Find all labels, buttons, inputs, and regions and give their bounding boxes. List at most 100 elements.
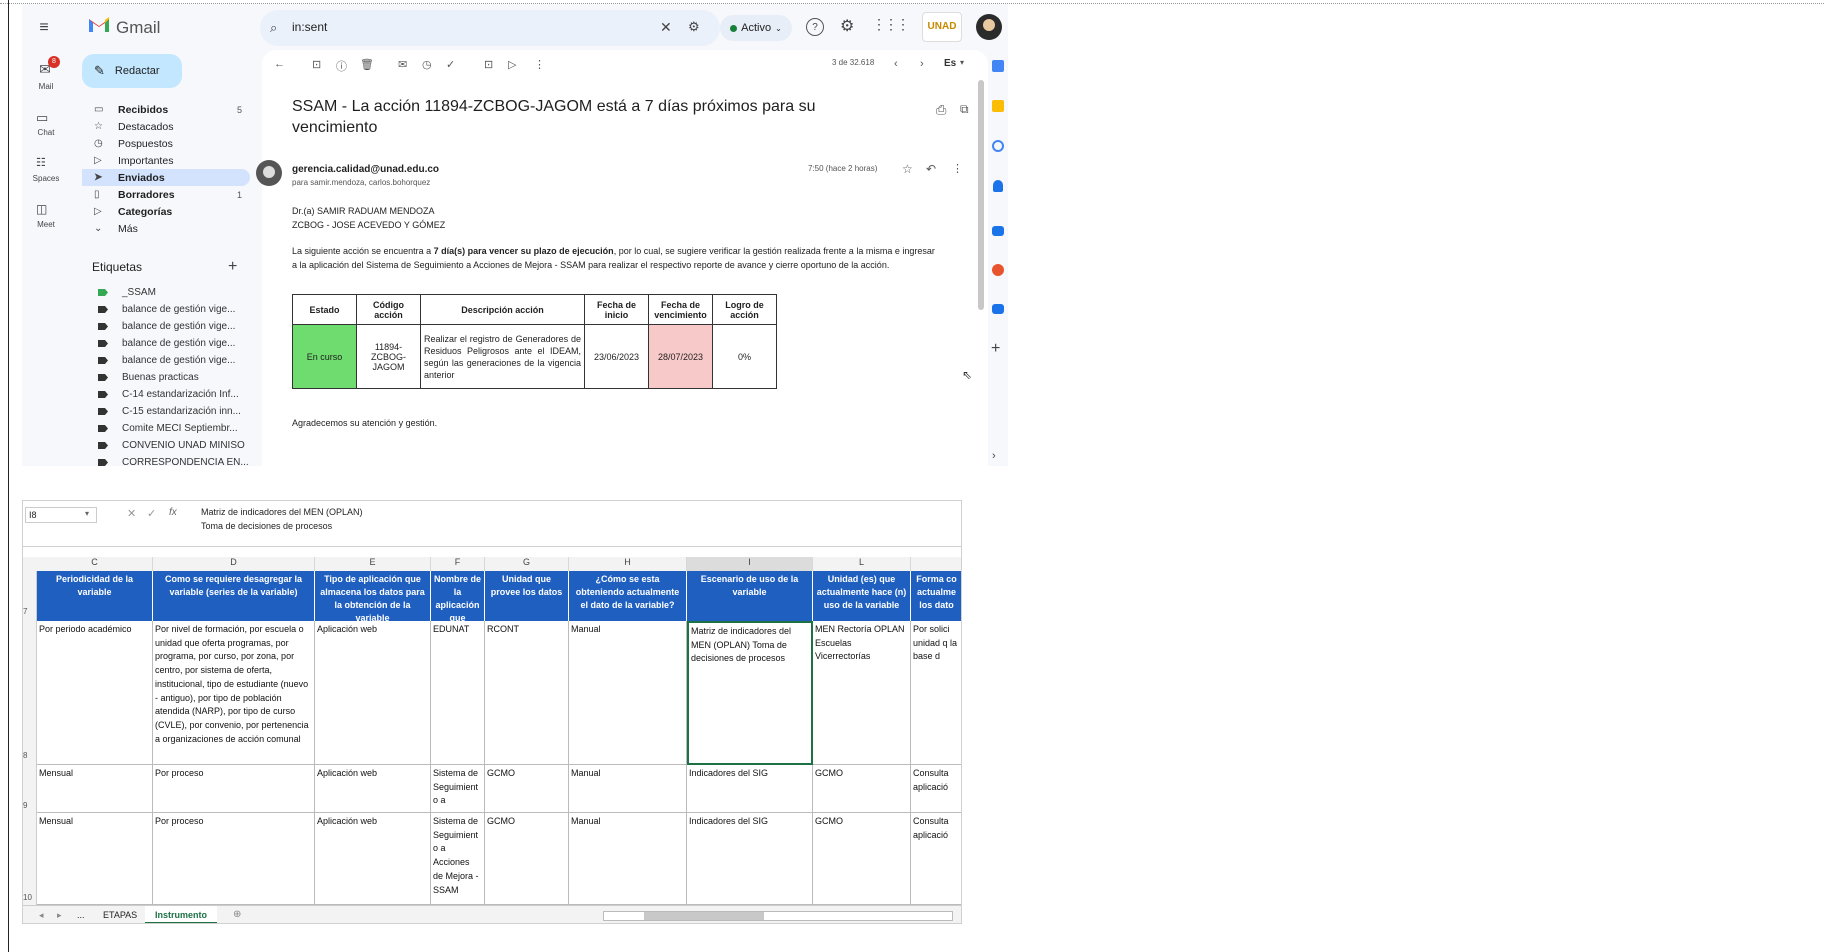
scrollbar[interactable]	[978, 80, 984, 310]
cell-m10[interactable]: Consulta aplicació	[911, 813, 961, 905]
cell-c9[interactable]: Mensual	[37, 765, 153, 813]
snooze-icon[interactable]: ◷	[422, 58, 432, 71]
nav-item-destacados[interactable]: ☆ Destacados	[82, 118, 250, 135]
video-icon[interactable]	[992, 304, 1004, 314]
column-header-m[interactable]	[911, 557, 961, 571]
horizontal-scrollbar[interactable]	[603, 911, 953, 921]
chevron-down-icon[interactable]: ▾	[960, 58, 964, 67]
cell-e9[interactable]: Aplicación web	[315, 765, 431, 813]
label-item[interactable]: _SSAM	[92, 284, 156, 301]
header-nombre-aplicacion[interactable]: Nombre de la aplicación que	[431, 571, 485, 621]
nav-item-categorias[interactable]: ▷ Categorías	[82, 203, 250, 220]
nav-item-importantes[interactable]: ▷ Importantes	[82, 152, 250, 169]
status-button[interactable]: Activo ⌄	[720, 15, 792, 41]
gmail-logo-icon[interactable]	[88, 16, 110, 36]
add-task-icon[interactable]: ✓	[446, 58, 455, 71]
scroll-left-icon[interactable]: ◂	[39, 910, 44, 921]
column-header-e[interactable]: E	[315, 557, 431, 571]
zoom-icon[interactable]	[992, 226, 1004, 236]
label-item[interactable]: balance de gestión vige...	[92, 352, 235, 369]
cancel-icon[interactable]: ✕	[127, 507, 136, 520]
cell-i10[interactable]: Indicadores del SIG	[687, 813, 813, 905]
column-header-d[interactable]: D	[153, 557, 315, 571]
label-item[interactable]: CONVENIO UNAD MINISO	[92, 437, 245, 454]
delete-icon[interactable]: 🗑	[360, 58, 374, 71]
cell-m9[interactable]: Consulta aplicació	[911, 765, 961, 813]
function-icon[interactable]: fx	[169, 507, 177, 518]
addon-icon[interactable]	[992, 264, 1004, 276]
column-header-l[interactable]: L	[813, 557, 911, 571]
more-options-icon[interactable]: ⋮	[534, 58, 545, 71]
prev-icon[interactable]: ‹	[894, 58, 898, 70]
confirm-icon[interactable]: ✓	[147, 507, 156, 520]
search-options-icon[interactable]: ⚙	[688, 19, 700, 35]
header-unidad[interactable]: Unidad que provee los datos	[485, 571, 569, 621]
search-bar[interactable]: ⌕ in:sent ✕ ⚙	[260, 10, 720, 46]
clear-search-icon[interactable]: ✕	[660, 19, 672, 36]
star-icon[interactable]: ☆	[902, 162, 913, 176]
print-icon[interactable]: ⎙	[936, 102, 946, 118]
column-header-g[interactable]: G	[485, 557, 569, 571]
sender-avatar[interactable]	[256, 160, 282, 186]
avatar[interactable]	[976, 14, 1002, 40]
row-header-7[interactable]: 7	[23, 571, 37, 621]
formula-line-2[interactable]: Toma de decisiones de procesos	[201, 521, 332, 531]
label-item[interactable]: Buenas practicas	[92, 369, 199, 386]
rail-chat-label[interactable]: Chat	[24, 128, 68, 137]
mark-unread-icon[interactable]: ✉	[398, 58, 407, 71]
header-desagregar[interactable]: Como se requiere desagregar la variable …	[153, 571, 315, 621]
more-sheets-tab[interactable]: ...	[77, 910, 85, 920]
keep-icon[interactable]	[992, 100, 1004, 112]
cell-g9[interactable]: GCMO	[485, 765, 569, 813]
apps-grid-icon[interactable]: ⋮⋮⋮	[872, 16, 910, 33]
cell-l9[interactable]: GCMO	[813, 765, 911, 813]
label-item[interactable]: CORRESPONDENCIA EN...	[92, 454, 249, 466]
nav-item-recibidos[interactable]: ▭ Recibidos 5	[82, 101, 250, 118]
menu-icon[interactable]: ≡	[32, 16, 56, 40]
cell-f10[interactable]: Sistema de Seguimient o a Acciones de Me…	[431, 813, 485, 905]
label-item[interactable]: balance de gestión vige...	[92, 301, 235, 318]
reply-icon[interactable]: ↶	[926, 162, 936, 176]
rail-mail-label[interactable]: Mail	[24, 82, 68, 91]
header-como[interactable]: ¿Cómo se esta obteniendo actualmente el …	[569, 571, 687, 621]
label-item[interactable]: balance de gestión vige...	[92, 335, 235, 352]
header-unidades-uso[interactable]: Unidad (es) que actualmente hace (n) uso…	[813, 571, 911, 621]
cell-l10[interactable]: GCMO	[813, 813, 911, 905]
cell-g10[interactable]: GCMO	[485, 813, 569, 905]
back-arrow-icon[interactable]: ←	[274, 58, 285, 70]
label-item[interactable]: C-14 estandarización Inf...	[92, 386, 239, 403]
cell-h9[interactable]: Manual	[569, 765, 687, 813]
label-item[interactable]: Comite MECI Septiembr...	[92, 420, 238, 437]
settings-gear-icon[interactable]: ⚙	[840, 16, 854, 36]
scroll-right-icon[interactable]: ▸	[57, 910, 62, 921]
nav-item-mas[interactable]: ⌄ Más	[82, 220, 250, 237]
nav-item-borradores[interactable]: ▯ Borradores 1	[82, 186, 250, 203]
cell-c10[interactable]: Mensual	[37, 813, 153, 905]
move-to-icon[interactable]: ⊡	[484, 58, 493, 71]
nav-item-enviados[interactable]: ➤ Enviados	[82, 169, 250, 186]
row-header-9[interactable]: 9	[23, 765, 37, 813]
cell-g8[interactable]: RCONT	[485, 621, 569, 765]
cell-c8[interactable]: Por periodo académico	[37, 621, 153, 765]
rail-meet-label[interactable]: Meet	[24, 220, 68, 229]
chevron-down-icon[interactable]: ▾	[85, 509, 89, 518]
cell-d9[interactable]: Por proceso	[153, 765, 315, 813]
row-header-8[interactable]: 8	[23, 621, 37, 765]
add-addon-icon[interactable]: +	[991, 340, 1000, 358]
row-header-10[interactable]: 10	[23, 813, 37, 905]
add-sheet-icon[interactable]: ⊕	[233, 909, 241, 920]
cell-i9[interactable]: Indicadores del SIG	[687, 765, 813, 813]
header-escenario[interactable]: Escenario de uso de la variable	[687, 571, 813, 621]
column-header-h[interactable]: H	[569, 557, 687, 571]
archive-icon[interactable]: ⊡	[312, 58, 321, 71]
expand-icon[interactable]: ›	[992, 450, 996, 462]
unad-logo-icon[interactable]: UNAD	[922, 12, 962, 42]
chat-icon[interactable]: ▭	[36, 110, 48, 126]
cell-f9[interactable]: Sistema de Seguimient o a	[431, 765, 485, 813]
cell-m8[interactable]: Por solici unidad q la base d	[911, 621, 961, 765]
help-icon[interactable]: ?	[806, 18, 824, 36]
header-forma[interactable]: Forma co actualme los dato	[911, 571, 961, 621]
header-periodicidad[interactable]: Periodicidad de la variable	[37, 571, 153, 621]
cell-f8[interactable]: EDUNAT	[431, 621, 485, 765]
cell-h10[interactable]: Manual	[569, 813, 687, 905]
